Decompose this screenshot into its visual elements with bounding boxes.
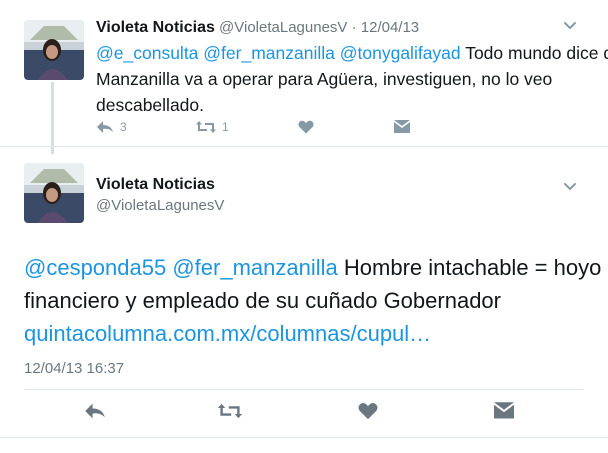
avatar-image — [24, 163, 84, 223]
avatar-image — [24, 20, 84, 80]
direct-message-icon — [494, 402, 514, 419]
mention[interactable]: @fer_manzanilla — [172, 255, 337, 280]
like-button[interactable] — [298, 120, 314, 134]
tweet-date[interactable]: 12/04/13 — [361, 19, 419, 36]
reply-button[interactable]: 3 — [96, 120, 127, 134]
mention[interactable]: @tonygalifayad — [340, 43, 461, 63]
handle[interactable]: @VioletaLagunesV — [96, 197, 224, 214]
separator: · — [351, 19, 357, 36]
retweet-count: 1 — [222, 120, 229, 134]
divider — [24, 389, 584, 390]
retweet-icon — [218, 403, 242, 419]
mention[interactable]: @fer_manzanilla — [203, 43, 335, 63]
reply-count: 3 — [120, 120, 127, 134]
heart-icon — [358, 403, 378, 420]
reply-button[interactable] — [84, 402, 106, 420]
like-button[interactable] — [358, 402, 378, 420]
tweet-text: @e_consulta @fer_manzanilla @tonygalifay… — [96, 40, 608, 118]
divider — [0, 146, 608, 147]
retweet-icon — [196, 121, 216, 133]
mention[interactable]: @e_consulta — [96, 43, 198, 63]
tweet-link[interactable]: quintacolumna.com.mx/columnas/cupul… — [24, 321, 431, 346]
avatar[interactable] — [24, 20, 84, 80]
divider — [0, 437, 608, 438]
heart-icon — [298, 120, 314, 134]
handle[interactable]: @VioletaLagunesV — [219, 19, 347, 36]
retweet-button[interactable] — [218, 402, 242, 420]
mention[interactable]: @cesponda55 — [24, 255, 166, 280]
tweet-text: @cesponda55 @fer_manzanilla Hombre intac… — [24, 251, 604, 350]
display-name[interactable]: Violeta Noticias — [96, 176, 215, 194]
direct-message-button[interactable] — [394, 120, 410, 134]
timestamp[interactable]: 12/04/13 16:37 — [24, 360, 124, 377]
chevron-down-icon[interactable] — [563, 182, 577, 192]
reply-icon — [85, 403, 105, 419]
thread-line — [51, 82, 54, 154]
direct-message-button[interactable] — [494, 402, 514, 420]
avatar[interactable] — [24, 163, 84, 223]
chevron-down-icon[interactable] — [563, 21, 577, 31]
direct-message-icon — [394, 120, 410, 133]
reply-icon — [97, 121, 113, 133]
display-name[interactable]: Violeta Noticias — [96, 19, 215, 36]
retweet-button[interactable]: 1 — [196, 120, 229, 134]
